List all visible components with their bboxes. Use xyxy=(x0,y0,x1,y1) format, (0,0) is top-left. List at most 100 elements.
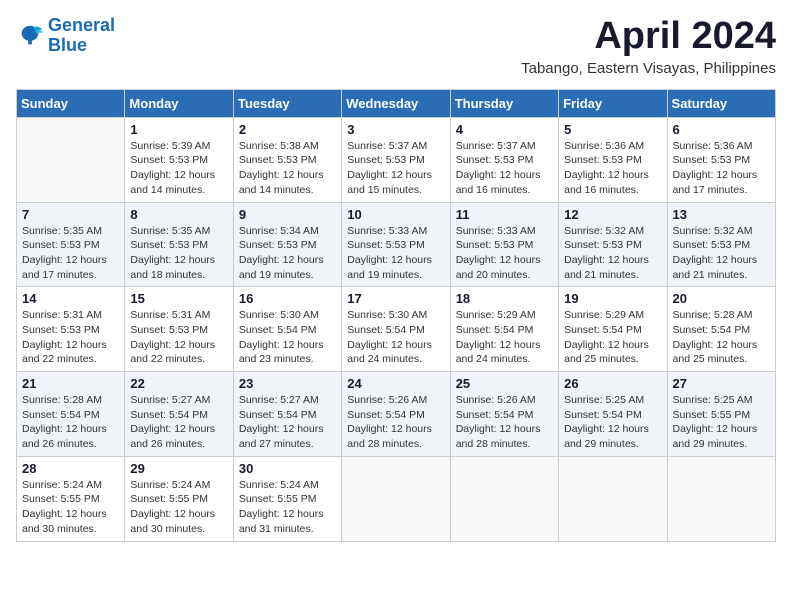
calendar-cell: 30 Sunrise: 5:24 AMSunset: 5:55 PMDayligh… xyxy=(233,456,341,541)
day-number: 22 xyxy=(130,376,227,391)
day-number: 1 xyxy=(130,122,227,137)
day-info: Sunrise: 5:31 AMSunset: 5:53 PMDaylight:… xyxy=(22,308,119,367)
calendar-cell: 24 Sunrise: 5:26 AMSunset: 5:54 PMDayligh… xyxy=(342,372,450,457)
subtitle: Tabango, Eastern Visayas, Philippines xyxy=(521,60,776,77)
weekday-header-wednesday: Wednesday xyxy=(342,89,450,117)
header: GeneralBlue April 2024 Tabango, Eastern … xyxy=(16,16,776,77)
day-number: 16 xyxy=(239,291,336,306)
day-number: 26 xyxy=(564,376,661,391)
calendar-cell xyxy=(667,456,775,541)
day-number: 7 xyxy=(22,207,119,222)
day-number: 13 xyxy=(673,207,770,222)
day-info: Sunrise: 5:29 AMSunset: 5:54 PMDaylight:… xyxy=(456,308,553,367)
day-info: Sunrise: 5:31 AMSunset: 5:53 PMDaylight:… xyxy=(130,308,227,367)
day-number: 14 xyxy=(22,291,119,306)
day-number: 2 xyxy=(239,122,336,137)
day-number: 15 xyxy=(130,291,227,306)
day-info: Sunrise: 5:36 AMSunset: 5:53 PMDaylight:… xyxy=(673,139,770,198)
day-info: Sunrise: 5:33 AMSunset: 5:53 PMDaylight:… xyxy=(347,224,444,283)
day-info: Sunrise: 5:35 AMSunset: 5:53 PMDaylight:… xyxy=(22,224,119,283)
day-info: Sunrise: 5:30 AMSunset: 5:54 PMDaylight:… xyxy=(239,308,336,367)
calendar-cell: 4 Sunrise: 5:37 AMSunset: 5:53 PMDaylight… xyxy=(450,117,558,202)
day-info: Sunrise: 5:29 AMSunset: 5:54 PMDaylight:… xyxy=(564,308,661,367)
day-number: 11 xyxy=(456,207,553,222)
day-info: Sunrise: 5:25 AMSunset: 5:55 PMDaylight:… xyxy=(673,393,770,452)
calendar-cell xyxy=(342,456,450,541)
day-info: Sunrise: 5:26 AMSunset: 5:54 PMDaylight:… xyxy=(347,393,444,452)
day-number: 8 xyxy=(130,207,227,222)
day-info: Sunrise: 5:26 AMSunset: 5:54 PMDaylight:… xyxy=(456,393,553,452)
day-info: Sunrise: 5:37 AMSunset: 5:53 PMDaylight:… xyxy=(456,139,553,198)
calendar-cell xyxy=(559,456,667,541)
calendar-cell: 1Sunrise: 5:39 AMSunset: 5:53 PMDaylight… xyxy=(125,117,233,202)
day-number: 3 xyxy=(347,122,444,137)
day-info: Sunrise: 5:38 AMSunset: 5:53 PMDaylight:… xyxy=(239,139,336,198)
weekday-header-saturday: Saturday xyxy=(667,89,775,117)
weekday-header-thursday: Thursday xyxy=(450,89,558,117)
calendar-week-row: 14 Sunrise: 5:31 AMSunset: 5:53 PMDayligh… xyxy=(17,287,776,372)
calendar-cell xyxy=(450,456,558,541)
day-number: 23 xyxy=(239,376,336,391)
calendar-cell: 26 Sunrise: 5:25 AMSunset: 5:54 PMDayligh… xyxy=(559,372,667,457)
day-info: Sunrise: 5:33 AMSunset: 5:53 PMDaylight:… xyxy=(456,224,553,283)
calendar-cell: 15 Sunrise: 5:31 AMSunset: 5:53 PMDayligh… xyxy=(125,287,233,372)
calendar-cell: 18Sunrise: 5:29 AMSunset: 5:54 PMDayligh… xyxy=(450,287,558,372)
day-info: Sunrise: 5:28 AMSunset: 5:54 PMDaylight:… xyxy=(22,393,119,452)
day-number: 19 xyxy=(564,291,661,306)
weekday-header-tuesday: Tuesday xyxy=(233,89,341,117)
calendar-cell: 7 Sunrise: 5:35 AMSunset: 5:53 PMDaylight… xyxy=(17,202,125,287)
calendar-cell: 20 Sunrise: 5:28 AMSunset: 5:54 PMDayligh… xyxy=(667,287,775,372)
calendar-header-row: SundayMondayTuesdayWednesdayThursdayFrid… xyxy=(17,89,776,117)
calendar-cell: 22 Sunrise: 5:27 AMSunset: 5:54 PMDayligh… xyxy=(125,372,233,457)
calendar-cell: 12 Sunrise: 5:32 AMSunset: 5:53 PMDayligh… xyxy=(559,202,667,287)
logo: GeneralBlue xyxy=(16,16,115,56)
title-area: April 2024 Tabango, Eastern Visayas, Phi… xyxy=(521,16,776,77)
calendar-cell: 13Sunrise: 5:32 AMSunset: 5:53 PMDayligh… xyxy=(667,202,775,287)
day-info: Sunrise: 5:32 AMSunset: 5:53 PMDaylight:… xyxy=(564,224,661,283)
day-info: Sunrise: 5:24 AMSunset: 5:55 PMDaylight:… xyxy=(22,478,119,537)
day-number: 24 xyxy=(347,376,444,391)
day-number: 25 xyxy=(456,376,553,391)
day-info: Sunrise: 5:35 AMSunset: 5:53 PMDaylight:… xyxy=(130,224,227,283)
calendar-cell: 2 Sunrise: 5:38 AMSunset: 5:53 PMDaylight… xyxy=(233,117,341,202)
day-number: 12 xyxy=(564,207,661,222)
day-info: Sunrise: 5:27 AMSunset: 5:54 PMDaylight:… xyxy=(130,393,227,452)
day-info: Sunrise: 5:25 AMSunset: 5:54 PMDaylight:… xyxy=(564,393,661,452)
weekday-header-monday: Monday xyxy=(125,89,233,117)
main-title: April 2024 xyxy=(521,16,776,58)
day-number: 10 xyxy=(347,207,444,222)
logo-icon xyxy=(16,22,44,50)
calendar-cell: 5 Sunrise: 5:36 AMSunset: 5:53 PMDaylight… xyxy=(559,117,667,202)
calendar-week-row: 1Sunrise: 5:39 AMSunset: 5:53 PMDaylight… xyxy=(17,117,776,202)
calendar-cell: 23Sunrise: 5:27 AMSunset: 5:54 PMDayligh… xyxy=(233,372,341,457)
calendar-week-row: 7 Sunrise: 5:35 AMSunset: 5:53 PMDaylight… xyxy=(17,202,776,287)
day-info: Sunrise: 5:37 AMSunset: 5:53 PMDaylight:… xyxy=(347,139,444,198)
calendar-cell: 29Sunrise: 5:24 AMSunset: 5:55 PMDayligh… xyxy=(125,456,233,541)
day-number: 6 xyxy=(673,122,770,137)
calendar-cell: 25 Sunrise: 5:26 AMSunset: 5:54 PMDayligh… xyxy=(450,372,558,457)
calendar-cell xyxy=(17,117,125,202)
logo-text: GeneralBlue xyxy=(48,16,115,56)
calendar-cell: 19 Sunrise: 5:29 AMSunset: 5:54 PMDayligh… xyxy=(559,287,667,372)
day-number: 29 xyxy=(130,461,227,476)
day-number: 4 xyxy=(456,122,553,137)
day-number: 5 xyxy=(564,122,661,137)
weekday-header-friday: Friday xyxy=(559,89,667,117)
calendar-week-row: 21 Sunrise: 5:28 AMSunset: 5:54 PMDayligh… xyxy=(17,372,776,457)
day-info: Sunrise: 5:36 AMSunset: 5:53 PMDaylight:… xyxy=(564,139,661,198)
day-info: Sunrise: 5:30 AMSunset: 5:54 PMDaylight:… xyxy=(347,308,444,367)
calendar-cell: 10 Sunrise: 5:33 AMSunset: 5:53 PMDayligh… xyxy=(342,202,450,287)
calendar-cell: 16 Sunrise: 5:30 AMSunset: 5:54 PMDayligh… xyxy=(233,287,341,372)
day-number: 9 xyxy=(239,207,336,222)
calendar-cell: 6 Sunrise: 5:36 AMSunset: 5:53 PMDaylight… xyxy=(667,117,775,202)
calendar-table: SundayMondayTuesdayWednesdayThursdayFrid… xyxy=(16,89,776,542)
calendar-cell: 11 Sunrise: 5:33 AMSunset: 5:53 PMDayligh… xyxy=(450,202,558,287)
day-number: 21 xyxy=(22,376,119,391)
calendar-cell: 14 Sunrise: 5:31 AMSunset: 5:53 PMDayligh… xyxy=(17,287,125,372)
calendar-week-row: 28 Sunrise: 5:24 AMSunset: 5:55 PMDayligh… xyxy=(17,456,776,541)
day-info: Sunrise: 5:24 AMSunset: 5:55 PMDaylight:… xyxy=(239,478,336,537)
day-number: 28 xyxy=(22,461,119,476)
day-number: 20 xyxy=(673,291,770,306)
day-info: Sunrise: 5:28 AMSunset: 5:54 PMDaylight:… xyxy=(673,308,770,367)
day-number: 30 xyxy=(239,461,336,476)
